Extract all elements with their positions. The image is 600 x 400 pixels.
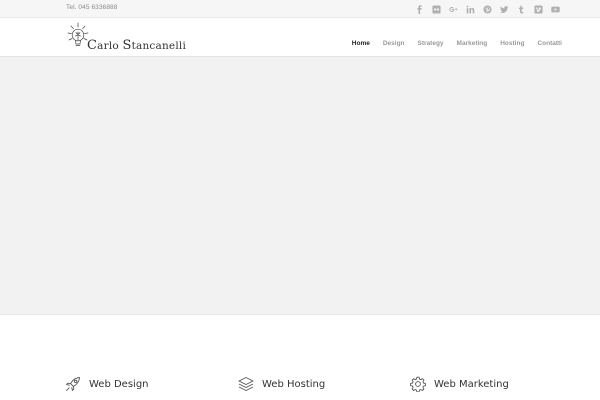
service-web-hosting[interactable]: Web Hosting xyxy=(238,375,325,393)
services-section: Web Design Web Hosting Web Marketing xyxy=(0,315,600,400)
hero-slider xyxy=(0,57,600,315)
tumblr-icon[interactable] xyxy=(513,2,530,16)
twitter-icon[interactable] xyxy=(496,2,513,16)
social-links xyxy=(411,2,564,16)
nav-item-strategy[interactable]: Strategy xyxy=(411,18,450,57)
facebook-icon[interactable] xyxy=(411,2,428,16)
top-bar: Tel. 045 6336888 xyxy=(0,0,600,18)
nav-item-hosting[interactable]: Hosting xyxy=(494,18,531,57)
site-header: Carlo Stancanelli Home Design Strategy M… xyxy=(0,18,600,57)
youtube-icon[interactable] xyxy=(547,2,564,16)
service-web-design[interactable]: Web Design xyxy=(65,375,149,393)
nav-item-design[interactable]: Design xyxy=(376,18,411,57)
layers-icon xyxy=(238,377,254,391)
flickr-icon[interactable] xyxy=(428,2,445,16)
linkedin-icon[interactable] xyxy=(462,2,479,16)
rocket-icon xyxy=(66,377,80,391)
gear-icon xyxy=(410,376,426,392)
nav-item-home[interactable]: Home xyxy=(345,18,376,57)
google-plus-icon[interactable] xyxy=(445,2,462,16)
nav-item-contatti[interactable]: Contatti xyxy=(531,18,562,57)
phone-number: Tel. 045 6336888 xyxy=(66,4,118,11)
service-title: Web Design xyxy=(89,378,149,390)
logo-text: Carlo Stancanelli xyxy=(87,38,186,53)
service-title: Web Marketing xyxy=(434,378,509,390)
main-nav: Home Design Strategy Marketing Hosting C… xyxy=(345,18,562,57)
vimeo-icon[interactable] xyxy=(530,2,547,16)
nav-item-marketing[interactable]: Marketing xyxy=(450,18,494,57)
service-title: Web Hosting xyxy=(262,378,326,390)
service-web-marketing[interactable]: Web Marketing xyxy=(410,375,509,393)
site-logo[interactable]: Carlo Stancanelli xyxy=(66,20,186,54)
pinterest-icon[interactable] xyxy=(479,2,496,16)
